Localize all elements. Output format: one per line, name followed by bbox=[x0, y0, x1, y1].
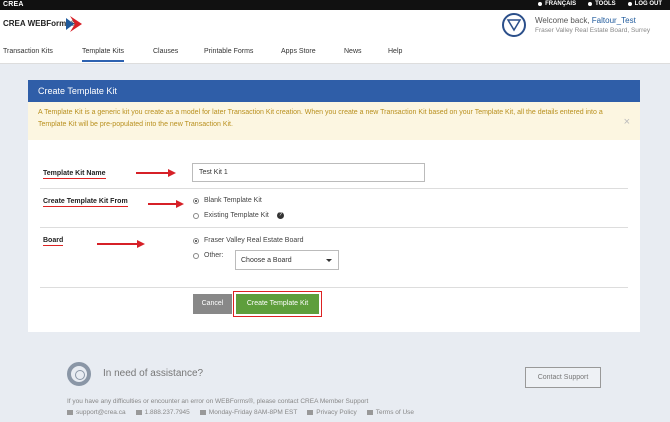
arrow-head bbox=[176, 200, 184, 208]
francais-label: FRANÇAIS bbox=[545, 1, 577, 7]
radio-label: Fraser Valley Real Estate Board bbox=[204, 237, 304, 244]
radio-label: Blank Template Kit bbox=[204, 197, 262, 204]
nav-news[interactable]: News bbox=[344, 48, 362, 55]
board-subtitle: Fraser Valley Real Estate Board, Surrey bbox=[535, 27, 651, 34]
phone-icon bbox=[135, 410, 142, 415]
support-note: If you have any difficulties or encounte… bbox=[67, 398, 369, 405]
support-email-link[interactable]: support@crea.ca bbox=[67, 409, 126, 416]
arrow-head bbox=[168, 169, 176, 177]
lifebuoy-icon bbox=[67, 362, 91, 386]
board-label: Board bbox=[43, 237, 64, 246]
create-template-kit-button[interactable]: Create Template Kit bbox=[236, 294, 319, 314]
arrow-shaft bbox=[148, 203, 176, 205]
welcome-prefix: Welcome back, bbox=[535, 16, 590, 25]
top-links: FRANÇAIS TOOLS LOG OUT bbox=[538, 1, 662, 7]
envelope-icon bbox=[67, 410, 73, 415]
building-icon bbox=[366, 410, 373, 415]
nav-printable-forms[interactable]: Printable Forms bbox=[204, 48, 253, 55]
username[interactable]: Faltour_Test bbox=[592, 16, 636, 25]
welcome-text: Welcome back, Faltour_Test bbox=[535, 16, 636, 25]
globe-icon bbox=[538, 2, 543, 6]
arrow-shaft bbox=[97, 243, 137, 245]
email-text: support@crea.ca bbox=[76, 409, 126, 416]
board-seal-icon bbox=[502, 13, 526, 37]
clock-icon bbox=[199, 410, 206, 415]
francais-link[interactable]: FRANÇAIS bbox=[538, 1, 576, 7]
contact-support-button[interactable]: Contact Support bbox=[525, 367, 601, 388]
logout-link[interactable]: LOG OUT bbox=[627, 1, 662, 7]
arrow-head bbox=[137, 240, 145, 248]
phone-text: 1.888.237.7945 bbox=[144, 409, 190, 416]
create-button-highlight: Create Template Kit bbox=[233, 291, 322, 317]
terms-of-use-link[interactable]: Terms of Use bbox=[366, 409, 415, 416]
nav-apps-store[interactable]: Apps Store bbox=[281, 48, 316, 55]
close-icon[interactable]: × bbox=[624, 116, 630, 128]
chevron-down-icon bbox=[326, 259, 332, 262]
divider bbox=[40, 227, 628, 228]
radio-unchecked-icon bbox=[193, 252, 199, 259]
board-select-value: Choose a Board bbox=[241, 257, 292, 264]
privacy-policy-link[interactable]: Privacy Policy bbox=[307, 409, 357, 416]
hours-text: Monday-Friday 8AM-8PM EST bbox=[208, 409, 298, 416]
main-nav: Transaction Kits Template Kits Clauses P… bbox=[0, 40, 670, 64]
terms-text: Terms of Use bbox=[375, 409, 415, 416]
cancel-button[interactable]: Cancel bbox=[193, 294, 232, 314]
header: CREA WEBForms® Welcome back, Faltour_Tes… bbox=[0, 10, 670, 40]
radio-label: Existing Template Kit bbox=[204, 212, 269, 219]
nav-transaction-kits[interactable]: Transaction Kits bbox=[3, 48, 53, 55]
footer: In need of assistance? Contact Support I… bbox=[0, 347, 670, 422]
help-icon[interactable]: ? bbox=[276, 212, 284, 219]
gear-icon bbox=[588, 2, 593, 6]
nav-help[interactable]: Help bbox=[388, 48, 402, 55]
logout-label: LOG OUT bbox=[634, 1, 662, 7]
annotation-arrow-icon bbox=[136, 169, 176, 177]
radio-unchecked-icon bbox=[193, 212, 199, 219]
radio-label: Other: bbox=[204, 252, 224, 259]
support-phone: 1.888.237.7945 bbox=[135, 409, 190, 416]
annotation-arrow-icon bbox=[148, 200, 184, 208]
create-from-label: Create Template Kit From bbox=[43, 198, 128, 207]
crea-brand: CREA bbox=[3, 1, 24, 8]
power-icon bbox=[627, 2, 632, 6]
radio-checked-icon bbox=[193, 237, 199, 244]
top-bar: CREA FRANÇAIS TOOLS LOG OUT bbox=[0, 0, 670, 10]
radio-blank-template[interactable]: Blank Template Kit bbox=[193, 197, 262, 204]
annotation-arrow-icon bbox=[97, 240, 145, 248]
support-hours: Monday-Friday 8AM-8PM EST bbox=[199, 409, 298, 416]
radio-fraser-valley-board[interactable]: Fraser Valley Real Estate Board bbox=[193, 237, 303, 244]
lock-icon bbox=[307, 410, 314, 415]
footer-links: support@crea.ca 1.888.237.7945 Monday-Fr… bbox=[67, 409, 414, 416]
radio-existing-template[interactable]: Existing Template Kit? bbox=[193, 212, 284, 219]
tools-label: TOOLS bbox=[595, 1, 616, 7]
assistance-heading: In need of assistance? bbox=[103, 368, 204, 379]
radio-checked-icon bbox=[193, 197, 199, 204]
nav-template-kits[interactable]: Template Kits bbox=[82, 48, 125, 62]
privacy-text: Privacy Policy bbox=[316, 409, 357, 416]
info-alert: A Template Kit is a generic kit you crea… bbox=[28, 102, 640, 140]
divider bbox=[40, 188, 628, 189]
alert-text: A Template Kit is a generic kit you crea… bbox=[38, 109, 603, 128]
tools-link[interactable]: TOOLS bbox=[588, 1, 616, 7]
webforms-logo-mark-icon bbox=[66, 16, 82, 32]
radio-other-board[interactable]: Other: bbox=[193, 252, 223, 259]
nav-clauses[interactable]: Clauses bbox=[153, 48, 178, 55]
template-kit-name-input[interactable]: Test Kit 1 bbox=[192, 163, 425, 182]
divider bbox=[40, 287, 628, 288]
arrow-shaft bbox=[136, 172, 168, 174]
panel-title: Create Template Kit bbox=[28, 80, 640, 102]
template-kit-name-label: Template Kit Name bbox=[43, 170, 106, 179]
board-select[interactable]: Choose a Board bbox=[235, 250, 339, 270]
